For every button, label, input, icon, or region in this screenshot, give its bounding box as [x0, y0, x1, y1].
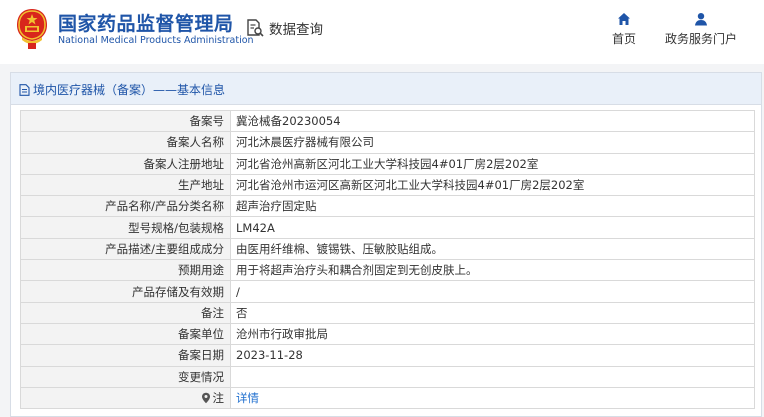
- field-value: 超声治疗固定贴: [230, 195, 755, 218]
- detail-link[interactable]: 详情: [236, 391, 259, 405]
- field-label: 产品描述/主要组成成分: [20, 237, 231, 261]
- field-label: 生产地址: [20, 173, 231, 197]
- panel-title-text: 境内医疗器械（备案）——基本信息: [33, 83, 226, 97]
- table-row: 产品名称/产品分类名称 超声治疗固定贴: [20, 195, 755, 218]
- field-label: 型号规格/包装规格: [20, 216, 231, 239]
- field-value: 冀沧械备20230054: [230, 109, 755, 133]
- field-value: 河北沐晨医疗器械有限公司: [230, 131, 755, 154]
- field-label: 产品名称/产品分类名称: [20, 195, 231, 218]
- table-row: 预期用途 用于将超声治疗头和耦合剂固定到无创皮肤上。: [20, 259, 755, 282]
- field-value: /: [230, 280, 755, 303]
- field-label: 备案人注册地址: [20, 152, 231, 175]
- document-icon: [19, 83, 30, 96]
- table-row: 备注否: [20, 301, 755, 324]
- user-icon: [695, 13, 707, 26]
- field-value: LM42A: [230, 216, 755, 239]
- field-label: 备注: [20, 301, 231, 324]
- nav-portal-label: 政务服务门户: [664, 32, 737, 46]
- table-row: 生产地址 河北省沧州市运河区高新区河北工业大学科技园4#01厂房2层202室: [20, 173, 755, 197]
- field-value: 河北省沧州市运河区高新区河北工业大学科技园4#01厂房2层202室: [230, 173, 755, 197]
- field-value: [230, 365, 755, 388]
- table-row: 备案号 冀沧械备20230054: [20, 109, 755, 133]
- note-value-cell: 详情: [230, 386, 755, 410]
- table-row: 备案日期 2023-11-28: [20, 344, 755, 367]
- table-row: 备案单位 沧州市行政审批局: [20, 322, 755, 346]
- basic-info-table: 备案号 冀沧械备20230054 备案人名称 河北沐晨医疗器械有限公司 备案人注册地址河…: [20, 109, 755, 410]
- document-search-icon: [247, 19, 264, 37]
- table-row: 产品描述/主要组成成分 由医用纤维棉、镀锡铁、压敏胶贴组成。: [20, 237, 755, 261]
- field-label: 备案单位: [20, 322, 231, 346]
- field-label: 预期用途: [20, 259, 231, 282]
- brand-name-cn[interactable]: 国家药品监督管理局: [58, 9, 234, 36]
- field-label: 备案人名称: [20, 131, 231, 154]
- home-icon: [618, 13, 630, 25]
- field-value: 否: [230, 301, 755, 324]
- table-row-note: 注 详情: [20, 386, 755, 410]
- data-query-link[interactable]: 数据查询: [245, 17, 323, 39]
- nav-government-portal[interactable]: 政务服务门户: [658, 12, 744, 47]
- table-row: 变更情况: [20, 365, 755, 388]
- field-label: 产品存储及有效期: [20, 280, 231, 303]
- basic-info-panel: 境内医疗器械（备案）——基本信息 备案号 冀沧械备20230054 备案人名称 河北沐…: [10, 72, 762, 417]
- site-header: 国家药品监督管理局 National Medical Products Admi…: [0, 0, 764, 64]
- field-value: 由医用纤维棉、镀锡铁、压敏胶贴组成。: [230, 237, 755, 261]
- field-label: 备案日期: [20, 344, 231, 367]
- brand-name-en[interactable]: National Medical Products Administration: [58, 35, 254, 46]
- field-value: 河北省沧州高新区河北工业大学科技园4#01厂房2层202室: [230, 152, 755, 175]
- table-row: 备案人注册地址 河北省沧州高新区河北工业大学科技园4#01厂房2层202室: [20, 152, 755, 175]
- pin-icon: [201, 392, 210, 403]
- nav-home[interactable]: 首页: [606, 12, 642, 47]
- field-value: 用于将超声治疗头和耦合剂固定到无创皮肤上。: [230, 259, 755, 282]
- field-label: 变更情况: [20, 365, 231, 388]
- national-emblem-icon: [17, 9, 47, 49]
- nav-home-label: 首页: [611, 32, 636, 46]
- table-row: 备案人名称 河北沐晨医疗器械有限公司: [20, 131, 755, 154]
- table-row: 型号规格/包装规格 LM42A: [20, 216, 755, 239]
- panel-header: 境内医疗器械（备案）——基本信息: [11, 73, 761, 105]
- note-label-cell: 注: [20, 386, 231, 410]
- data-query-label: 数据查询: [269, 22, 323, 38]
- table-row: 产品存储及有效期 /: [20, 280, 755, 303]
- note-label: 注: [212, 390, 225, 405]
- field-value: 沧州市行政审批局: [230, 322, 755, 346]
- field-label: 备案号: [20, 109, 231, 133]
- panel-title: 境内医疗器械（备案）——基本信息: [19, 81, 225, 98]
- field-value: 2023-11-28: [230, 344, 755, 367]
